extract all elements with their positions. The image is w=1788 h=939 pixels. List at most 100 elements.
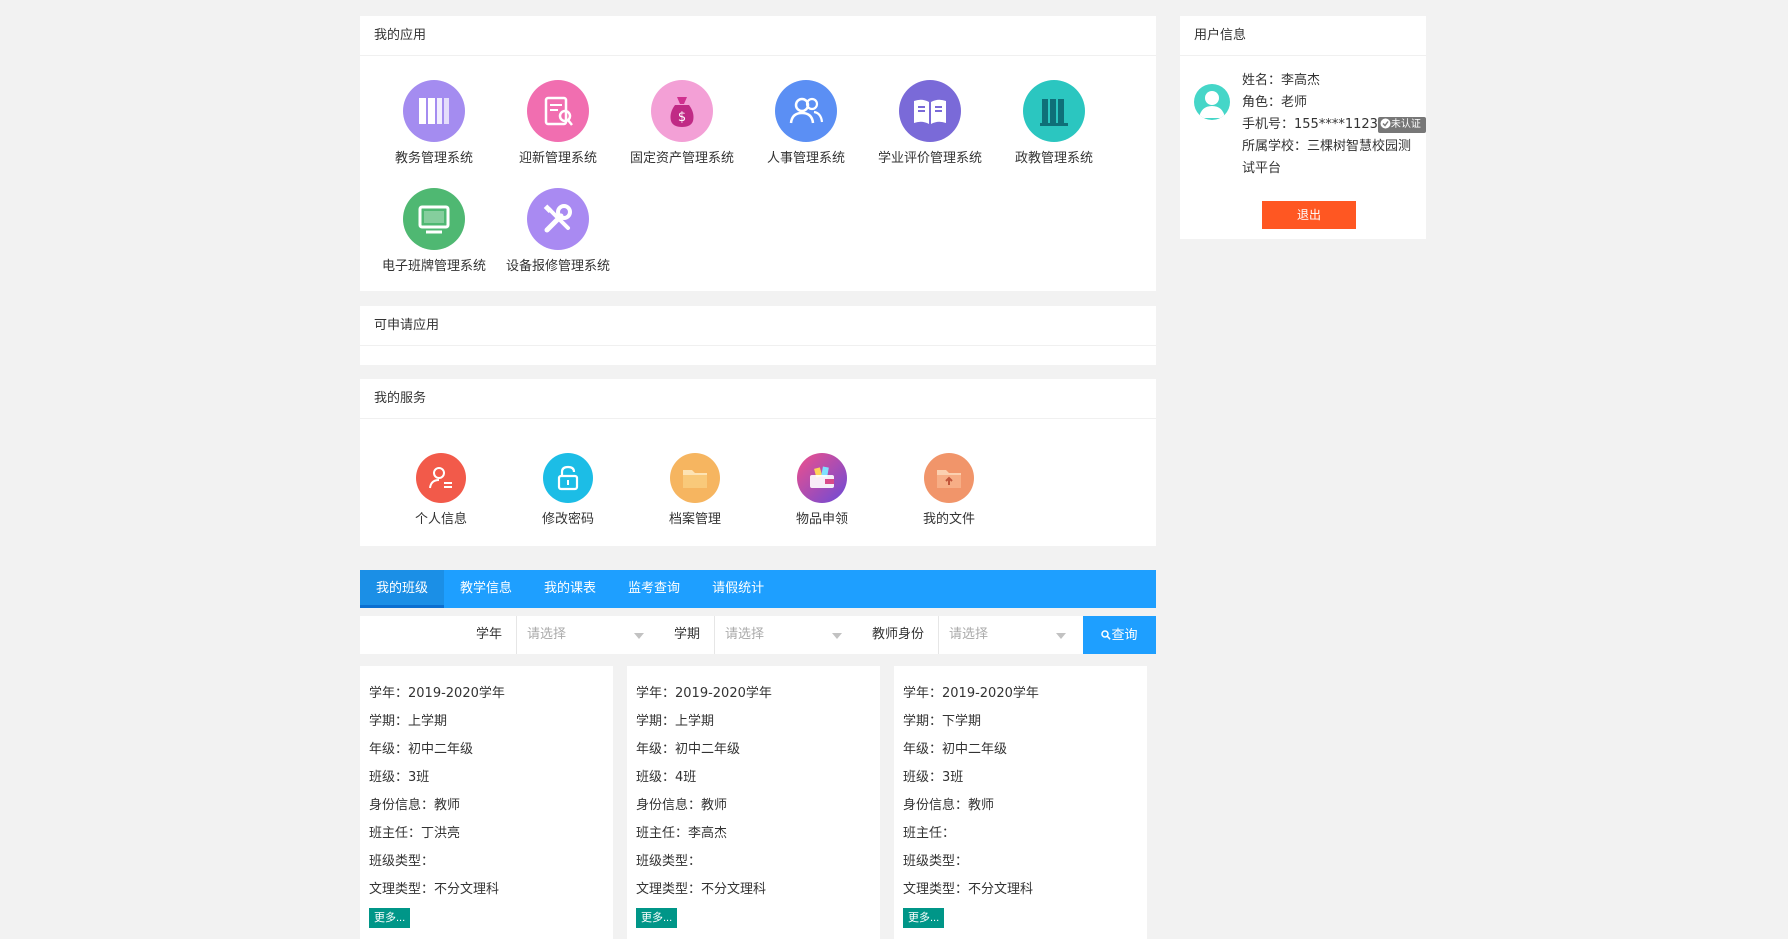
service-item-request[interactable]: 物品申领 <box>767 453 877 527</box>
my-services-title: 我的服务 <box>360 379 1156 419</box>
service-label: 修改密码 <box>541 512 594 527</box>
logout-button[interactable]: 退出 <box>1262 201 1356 229</box>
card-class-type: 班级类型： <box>369 854 435 869</box>
app-evaluation[interactable]: 学业评价管理系统 <box>868 80 992 166</box>
user-info-panel: 用户信息 姓名：李高杰 角色：老师 手机号：155****1123 未认证 所属学… <box>1180 16 1426 239</box>
service-profile[interactable]: 个人信息 <box>386 453 496 527</box>
app-label: 电子班牌管理系统 <box>381 259 486 274</box>
folder-icon <box>670 453 720 503</box>
class-card: 学年：2019-2020学年 学期：上学期 年级：初中二年级 班级：4班 身份信… <box>627 666 880 939</box>
more-button[interactable]: 更多... <box>636 908 678 928</box>
card-term: 学期：上学期 <box>369 714 448 729</box>
year-label: 学年 <box>476 627 503 642</box>
card-class: 班级：3班 <box>903 770 964 785</box>
tab-leave-stats[interactable]: 请假统计 <box>696 570 780 608</box>
card-identity: 身份信息：教师 <box>636 798 728 813</box>
class-card: 学年：2019-2020学年 学期：下学期 年级：初中二年级 班级：3班 身份信… <box>894 666 1147 939</box>
chevron-down-icon <box>832 633 842 639</box>
card-grade: 年级：初中二年级 <box>903 742 1008 757</box>
class-card: 学年：2019-2020学年 学期：上学期 年级：初中二年级 班级：3班 身份信… <box>360 666 613 939</box>
app-repair[interactable]: 设备报修管理系统 <box>496 188 620 274</box>
app-label: 固定资产管理系统 <box>629 151 734 166</box>
card-subject-type: 文理类型：不分文理科 <box>369 882 500 897</box>
app-assets[interactable]: $ 固定资产管理系统 <box>620 80 744 166</box>
verify-badge[interactable]: 未认证 <box>1377 116 1426 133</box>
my-services-panel: 我的服务 个人信息 修改密码 档案管理 物品申领 我的文件 <box>360 379 1156 546</box>
tools-icon <box>527 188 589 250</box>
app-political[interactable]: 政教管理系统 <box>992 80 1116 166</box>
service-label: 档案管理 <box>668 512 721 527</box>
app-label: 迎新管理系统 <box>518 151 597 166</box>
app-academic[interactable]: 教务管理系统 <box>372 80 496 166</box>
card-year: 学年：2019-2020学年 <box>369 686 505 701</box>
card-class-type: 班级类型： <box>903 854 969 869</box>
shield-check-icon <box>1380 118 1391 128</box>
monitor-icon <box>403 188 465 250</box>
role-placeholder: 请选择 <box>949 627 989 642</box>
tab-my-schedule[interactable]: 我的课表 <box>528 570 612 608</box>
card-head-teacher: 班主任：李高杰 <box>636 826 728 841</box>
card-term: 学期：上学期 <box>636 714 715 729</box>
open-book-icon <box>899 80 961 142</box>
my-apps-title: 我的应用 <box>360 16 1156 56</box>
query-button[interactable]: 查询 <box>1083 616 1156 654</box>
lock-icon <box>543 453 593 503</box>
card-year: 学年：2019-2020学年 <box>903 686 1039 701</box>
year-placeholder: 请选择 <box>527 627 567 642</box>
filter-bar: 学年 请选择 学期 请选择 教师身份 请选择 <box>360 616 1156 654</box>
query-label: 查询 <box>1111 627 1138 642</box>
more-button[interactable]: 更多... <box>369 908 411 928</box>
folder-upload-icon <box>924 453 974 503</box>
user-profile-icon <box>416 453 466 503</box>
card-class: 班级：3班 <box>369 770 430 785</box>
role-select[interactable]: 请选择 <box>938 616 1078 654</box>
user-avatar-icon <box>1199 91 1225 118</box>
people-icon <box>775 80 837 142</box>
chevron-down-icon <box>634 633 644 639</box>
books-icon <box>403 80 465 142</box>
card-identity: 身份信息：教师 <box>903 798 995 813</box>
app-enrollment[interactable]: 迎新管理系统 <box>496 80 620 166</box>
service-password[interactable]: 修改密码 <box>513 453 623 527</box>
card-grade: 年级：初中二年级 <box>369 742 474 757</box>
more-button[interactable]: 更多... <box>903 908 945 928</box>
binders-icon <box>1023 80 1085 142</box>
user-info-title: 用户信息 <box>1180 16 1426 56</box>
tab-my-class[interactable]: 我的班级 <box>360 570 445 608</box>
applicable-apps-title: 可申请应用 <box>360 306 1156 346</box>
year-select[interactable]: 请选择 <box>516 616 656 654</box>
chevron-down-icon <box>1056 633 1066 639</box>
service-my-files[interactable]: 我的文件 <box>894 453 1004 527</box>
card-grade: 年级：初中二年级 <box>636 742 741 757</box>
tab-invigilation[interactable]: 监考查询 <box>612 570 696 608</box>
applicable-apps-panel: 可申请应用 <box>360 306 1156 365</box>
money-bag-icon: $ <box>651 80 713 142</box>
app-class-board[interactable]: 电子班牌管理系统 <box>372 188 496 274</box>
verify-badge-label: 未认证 <box>1390 118 1421 130</box>
app-label: 政教管理系统 <box>1014 151 1093 166</box>
card-subject-type: 文理类型：不分文理科 <box>903 882 1034 897</box>
service-archive[interactable]: 档案管理 <box>640 453 750 527</box>
user-details: 姓名：李高杰 角色：老师 手机号：155****1123 未认证 所属学校：三棵树… <box>1242 70 1426 180</box>
app-hr[interactable]: 人事管理系统 <box>744 80 868 166</box>
class-tabs: 我的班级 教学信息 我的课表 监考查询 请假统计 <box>360 570 1156 608</box>
app-label: 教务管理系统 <box>394 151 473 166</box>
search-icon <box>1101 617 1112 655</box>
card-year: 学年：2019-2020学年 <box>636 686 772 701</box>
user-school: 所属学校：三棵树智慧校园测试平台 <box>1242 139 1412 176</box>
svg-text:$: $ <box>678 110 686 125</box>
term-select[interactable]: 请选择 <box>714 616 854 654</box>
document-user-icon <box>527 80 589 142</box>
my-apps-panel: 我的应用 教务管理系统 迎新管理系统 $ 固定资产管理系统 人事管理系统 学业评… <box>360 16 1156 291</box>
app-label: 设备报修管理系统 <box>505 259 610 274</box>
user-phone: 手机号：155****1123 <box>1242 117 1378 132</box>
app-label: 人事管理系统 <box>766 151 845 166</box>
avatar <box>1194 84 1230 120</box>
card-head-teacher: 班主任：丁洪亮 <box>369 826 461 841</box>
tab-teaching-info[interactable]: 教学信息 <box>444 570 528 608</box>
user-name: 姓名：李高杰 <box>1242 73 1321 88</box>
service-label: 物品申领 <box>795 512 848 527</box>
card-term: 学期：下学期 <box>903 714 982 729</box>
card-head-teacher: 班主任： <box>903 826 956 841</box>
user-role: 角色：老师 <box>1242 95 1308 110</box>
